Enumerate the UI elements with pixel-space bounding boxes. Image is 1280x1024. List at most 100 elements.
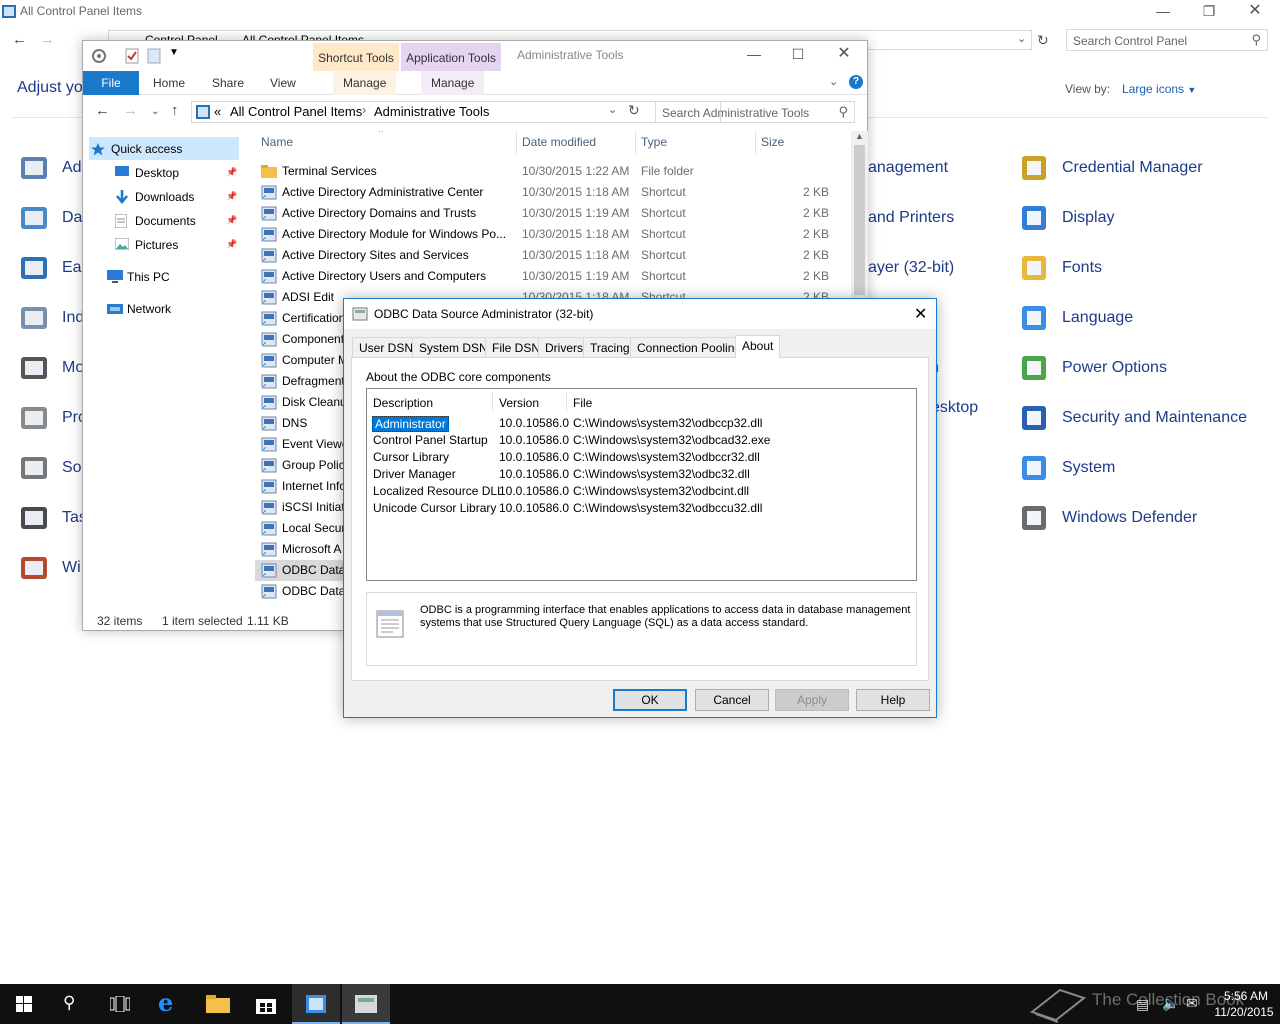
control-panel-item-language[interactable]: Language xyxy=(1062,302,1133,334)
task-view-button[interactable] xyxy=(96,984,144,1024)
action-center-icon[interactable]: ✉ xyxy=(1186,995,1198,1012)
apply-button[interactable]: Apply xyxy=(775,689,849,711)
quick-access-toolbar-dropdown-icon[interactable]: ▼ xyxy=(169,47,179,58)
sidebar-item-documents[interactable]: Documents xyxy=(135,210,196,232)
file-row[interactable]: Active Directory Module for Windows Po..… xyxy=(255,224,845,245)
component-row[interactable]: Control Panel Startup 10.0.10586.0 C:\Wind… xyxy=(367,432,917,449)
start-button[interactable] xyxy=(0,984,48,1024)
recent-locations-icon[interactable]: ⌄ xyxy=(151,106,159,117)
clock-date[interactable]: 11/20/2015 xyxy=(1212,1005,1276,1019)
close-button[interactable]: ✕ xyxy=(1232,0,1278,24)
column-divider[interactable] xyxy=(635,131,636,155)
ribbon-tab-file[interactable]: File xyxy=(83,71,139,95)
column-divider[interactable] xyxy=(492,392,493,412)
search-button[interactable]: ⚲ xyxy=(48,984,96,1024)
explorer-minimize-button[interactable]: — xyxy=(731,43,777,67)
control-panel-item-system[interactable]: System xyxy=(1062,452,1115,484)
ribbon-tab-home[interactable]: Home xyxy=(153,71,185,95)
control-panel-item[interactable]: Mo xyxy=(62,352,84,384)
column-header-name[interactable]: Name xyxy=(261,135,293,149)
network-tray-icon[interactable]: ▤ xyxy=(1136,996,1149,1013)
component-row[interactable]: Cursor Library 10.0.10586.0 C:\Windows\sys… xyxy=(367,449,917,466)
chevron-down-icon[interactable]: ⌄ xyxy=(1017,32,1026,45)
store-taskbar-button[interactable] xyxy=(242,984,290,1024)
component-row[interactable]: Localized Resource DLL 10.0.10586.0 C:\Win… xyxy=(367,483,917,500)
column-header-description[interactable]: Description xyxy=(373,396,433,410)
control-panel-item[interactable]: and Printers xyxy=(868,202,954,234)
column-divider[interactable] xyxy=(566,392,567,412)
search-administrative-tools-input[interactable]: Search Administrative Tools ⚲ xyxy=(655,101,855,123)
control-panel-item-security-and-maintenance[interactable]: Security and Maintenance xyxy=(1062,402,1247,434)
scroll-up-icon[interactable]: ▲ xyxy=(855,131,864,141)
ribbon-tab-share[interactable]: Share xyxy=(212,71,244,95)
file-row[interactable]: Active Directory Users and Computers 10/3… xyxy=(255,266,845,287)
back-arrow-icon[interactable]: ← xyxy=(12,31,27,48)
forward-arrow-icon[interactable]: → xyxy=(40,31,55,48)
components-list[interactable]: Description Version File Administrator 10… xyxy=(366,388,917,581)
sidebar-item-quick-access[interactable]: Quick access xyxy=(111,138,182,160)
sidebar-item-network[interactable]: Network xyxy=(127,298,171,320)
control-panel-item-fonts[interactable]: Fonts xyxy=(1062,252,1102,284)
ribbon-tab-manage-shortcut[interactable]: Manage xyxy=(333,71,397,95)
column-divider[interactable] xyxy=(516,131,517,155)
sidebar-item-this-pc[interactable]: This PC xyxy=(127,266,170,288)
search-control-panel-input[interactable]: Search Control Panel ⚲ xyxy=(1066,29,1268,51)
column-header-size[interactable]: Size xyxy=(761,135,784,149)
tab-user-dsn[interactable]: User DSN xyxy=(352,337,421,357)
control-panel-item[interactable]: Ad xyxy=(62,152,82,184)
column-divider[interactable] xyxy=(755,131,756,155)
control-panel-item[interactable]: esktop xyxy=(931,392,978,424)
tab-connection-pooling[interactable]: Connection Pooling xyxy=(630,337,749,357)
breadcrumb-administrative-tools[interactable]: Administrative Tools xyxy=(374,104,489,119)
pin-icon[interactable]: 📌 xyxy=(226,167,237,178)
pin-icon[interactable]: 📌 xyxy=(226,191,237,202)
properties-icon[interactable] xyxy=(125,48,139,64)
refresh-icon[interactable]: ↻ xyxy=(1037,32,1049,49)
expand-ribbon-icon[interactable]: ⌄ xyxy=(829,75,838,88)
address-dropdown-icon[interactable]: ⌄ xyxy=(608,103,617,116)
restore-button[interactable]: ❐ xyxy=(1186,0,1232,24)
explorer-refresh-icon[interactable]: ↻ xyxy=(628,102,640,119)
column-header-file[interactable]: File xyxy=(573,396,592,410)
explorer-maximize-button[interactable]: ☐ xyxy=(775,43,821,67)
odbc-taskbar-button[interactable] xyxy=(342,984,390,1024)
explorer-close-button[interactable]: ✕ xyxy=(821,43,867,67)
sidebar-item-downloads[interactable]: Downloads xyxy=(135,186,194,208)
file-explorer-taskbar-button[interactable] xyxy=(194,984,242,1024)
help-button[interactable]: Help xyxy=(856,689,930,711)
ok-button[interactable]: OK xyxy=(613,689,687,711)
control-panel-item[interactable]: Wi xyxy=(62,552,81,584)
column-header-date-modified[interactable]: Date modified xyxy=(522,135,596,149)
tab-tracing[interactable]: Tracing xyxy=(583,337,637,357)
pin-icon[interactable]: 📌 xyxy=(226,215,237,226)
control-panel-item-power-options[interactable]: Power Options xyxy=(1062,352,1167,384)
breadcrumb-all-control-panel-items[interactable]: All Control Panel Items xyxy=(230,104,362,119)
help-icon[interactable]: ? xyxy=(849,75,863,89)
pin-icon[interactable]: 📌 xyxy=(226,239,237,250)
control-panel-item[interactable]: Ind xyxy=(62,302,84,334)
control-panel-item[interactable]: anagement xyxy=(868,152,948,184)
control-panel-item[interactable]: ayer (32-bit) xyxy=(868,252,954,284)
file-row[interactable]: Active Directory Sites and Services 10/30… xyxy=(255,245,845,266)
component-row[interactable]: Unicode Cursor Library 10.0.10586.0 C:\Win… xyxy=(367,500,917,517)
tab-about[interactable]: About xyxy=(735,335,781,358)
explorer-back-icon[interactable]: ← xyxy=(95,102,110,119)
view-by-dropdown[interactable]: Large icons ▼ xyxy=(1122,82,1196,96)
column-header-version[interactable]: Version xyxy=(499,396,539,410)
file-row[interactable]: Active Directory Administrative Center 10… xyxy=(255,182,845,203)
volume-muted-tray-icon[interactable]: 🔈 xyxy=(1162,995,1179,1012)
sidebar-item-desktop[interactable]: Desktop xyxy=(135,162,179,184)
component-row[interactable]: Administrator 10.0.10586.0 C:\Windows\syst… xyxy=(367,415,917,432)
cancel-button[interactable]: Cancel xyxy=(695,689,769,711)
sidebar-item-pictures[interactable]: Pictures xyxy=(135,234,178,256)
new-folder-icon[interactable] xyxy=(147,48,161,64)
column-header-type[interactable]: Type xyxy=(641,135,667,149)
component-row[interactable]: Driver Manager 10.0.10586.0 C:\Windows\sys… xyxy=(367,466,917,483)
breadcrumb-overflow[interactable]: « xyxy=(214,104,221,119)
file-row[interactable]: Terminal Services 10/30/2015 1:22 AM File … xyxy=(255,161,845,182)
edge-taskbar-button[interactable]: e xyxy=(144,984,192,1024)
control-panel-item-credential-manager[interactable]: Credential Manager xyxy=(1062,152,1203,184)
explorer-address-bar[interactable]: « All Control Panel Items › Administrati… xyxy=(191,101,721,123)
dialog-close-icon[interactable]: ✕ xyxy=(914,304,927,324)
tab-system-dsn[interactable]: System DSN xyxy=(412,337,495,357)
